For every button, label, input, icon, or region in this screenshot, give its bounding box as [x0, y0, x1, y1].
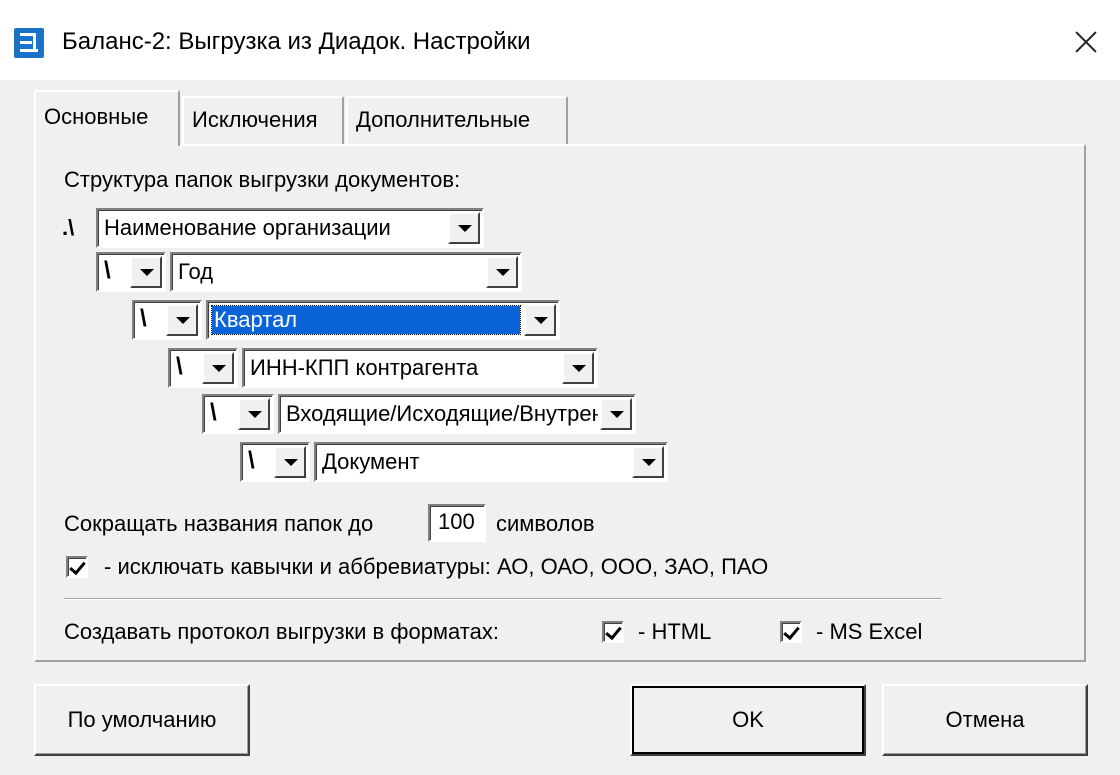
level-1-value: Год: [178, 259, 214, 284]
shorten-suffix: символов: [496, 511, 595, 536]
level-2-value: Квартал: [211, 305, 521, 335]
cancel-button[interactable]: Отмена: [882, 684, 1088, 756]
chevron-down-icon[interactable]: [274, 446, 306, 478]
tab-additional[interactable]: Дополнительные: [346, 96, 568, 144]
chevron-down-icon[interactable]: [486, 256, 518, 288]
chevron-down-icon[interactable]: [166, 304, 198, 336]
level-1-separator-select[interactable]: \: [96, 252, 166, 292]
close-icon[interactable]: [1066, 22, 1106, 62]
tab-basic[interactable]: Основные: [34, 90, 180, 146]
chevron-down-icon[interactable]: [238, 398, 270, 430]
level-4-separator: \: [210, 399, 217, 426]
level-2-folder-select[interactable]: Квартал: [206, 300, 560, 340]
html-checkbox[interactable]: [602, 621, 624, 643]
excel-checkbox[interactable]: [780, 621, 802, 643]
level-4-folder-select[interactable]: Входящие/Исходящие/Внутренние: [278, 394, 636, 434]
level-5-separator-select[interactable]: \: [240, 442, 310, 482]
divider: [64, 598, 942, 600]
chevron-down-icon[interactable]: [202, 352, 234, 384]
level-2-separator: \: [140, 305, 147, 332]
level-3-folder-select[interactable]: ИНН-КПП контрагента: [242, 348, 598, 388]
chevron-down-icon[interactable]: [130, 256, 162, 288]
level-2-separator-select[interactable]: \: [132, 300, 202, 340]
excel-label: - MS Excel: [816, 619, 923, 644]
level-5-value: Документ: [322, 449, 420, 474]
chevron-down-icon[interactable]: [524, 304, 556, 336]
chevron-down-icon[interactable]: [562, 352, 594, 384]
chevron-down-icon[interactable]: [632, 446, 664, 478]
level-0-value: Наименование организации: [104, 215, 391, 240]
structure-label: Структура папок выгрузки документов:: [64, 167, 461, 192]
chevron-down-icon[interactable]: [448, 212, 480, 244]
level-0-folder-select[interactable]: Наименование организации: [96, 208, 484, 248]
level-3-value: ИНН-КПП контрагента: [250, 355, 479, 380]
level-4-separator-select[interactable]: \: [202, 394, 274, 434]
window-title: Баланс-2: Выгрузка из Диадок. Настройки: [62, 28, 531, 55]
level-4-value: Входящие/Исходящие/Внутренние: [286, 401, 598, 426]
level-5-separator: \: [248, 447, 255, 474]
level-1-folder-select[interactable]: Год: [170, 252, 522, 292]
html-label: - HTML: [638, 619, 712, 644]
title-bar: Баланс-2: Выгрузка из Диадок. Настройки: [0, 0, 1120, 80]
shorten-label: Сокращать названия папок до: [64, 511, 374, 536]
protocol-label: Создавать протокол выгрузки в форматах:: [64, 619, 499, 644]
exclude-quotes-checkbox[interactable]: [66, 556, 88, 578]
tab-exclusions[interactable]: Исключения: [182, 96, 344, 144]
root-prefix: .\: [62, 215, 75, 240]
level-1-separator: \: [104, 257, 111, 284]
defaults-button[interactable]: По умолчанию: [34, 684, 250, 756]
ok-button[interactable]: OK: [630, 684, 866, 756]
app-icon: [14, 28, 44, 58]
shorten-length-input[interactable]: 100: [428, 504, 486, 542]
exclude-quotes-label: - исключать кавычки и аббревиатуры: АО, …: [104, 554, 769, 579]
level-5-folder-select[interactable]: Документ: [314, 442, 668, 482]
chevron-down-icon[interactable]: [600, 398, 632, 430]
level-3-separator-select[interactable]: \: [168, 348, 238, 388]
level-3-separator: \: [176, 353, 183, 380]
